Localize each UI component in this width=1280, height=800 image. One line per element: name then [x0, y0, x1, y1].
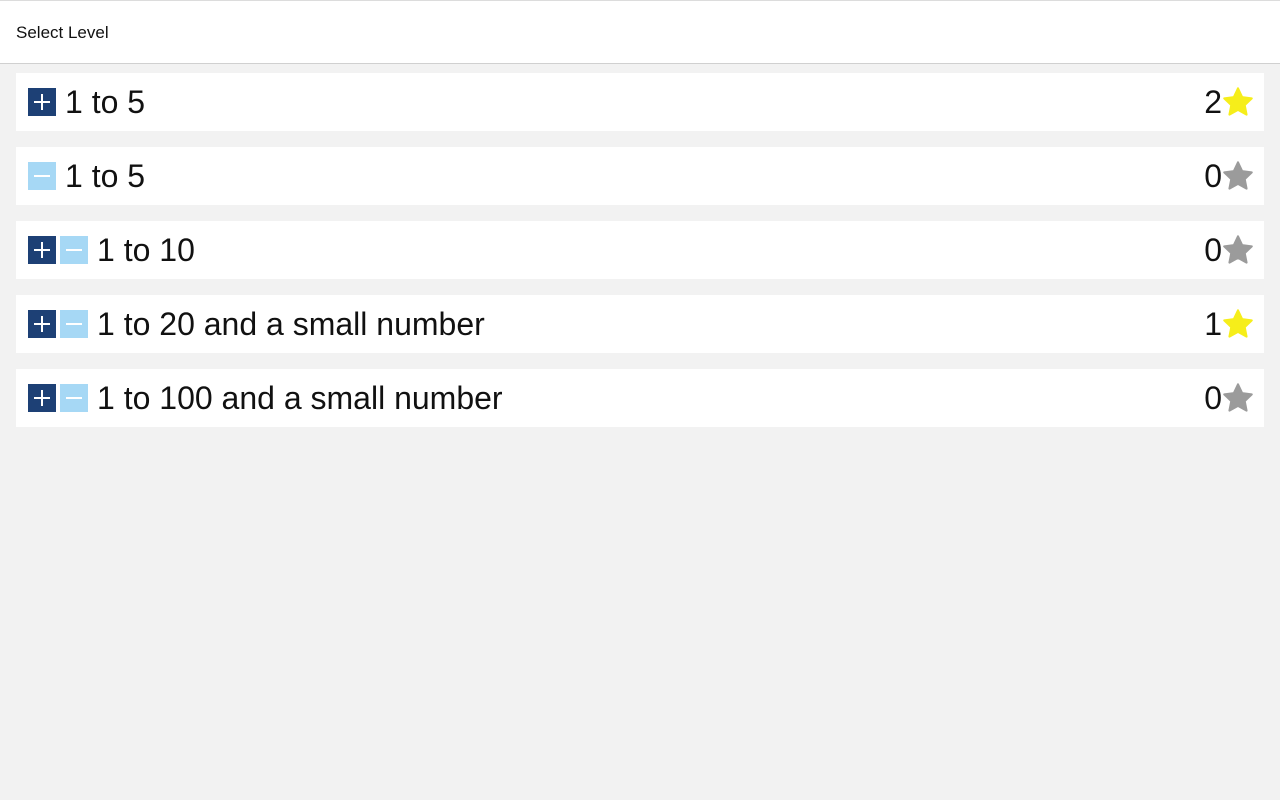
plus-icon: [28, 310, 56, 338]
operation-icons: [28, 88, 60, 116]
level-label: 1 to 5: [65, 158, 146, 194]
level-row[interactable]: 1 to 20 and a small number 1: [16, 295, 1264, 353]
star-icon: [1223, 383, 1253, 412]
page-title: Select Level: [16, 23, 109, 42]
operation-icons: [28, 384, 92, 412]
star-icon: [1223, 161, 1253, 190]
level-label: 1 to 100 and a small number: [97, 380, 503, 416]
level-row[interactable]: 1 to 100 and a small number 0: [16, 369, 1264, 427]
minus-icon: [60, 310, 88, 338]
level-label: 1 to 10: [97, 232, 195, 268]
level-list: 1 to 5 2 1 to 5 0 1 to 10 0 1 to 20 and …: [16, 73, 1264, 443]
level-score: 0: [1204, 221, 1254, 279]
minus-icon: [60, 236, 88, 264]
plus-icon: [28, 236, 56, 264]
star-count: 0: [1204, 158, 1222, 194]
level-row[interactable]: 1 to 10 0: [16, 221, 1264, 279]
star-count: 2: [1204, 84, 1222, 120]
plus-icon: [28, 88, 56, 116]
star-icon: [1223, 309, 1253, 338]
level-label: 1 to 5: [65, 84, 146, 120]
minus-icon: [28, 162, 56, 190]
level-score: 0: [1204, 369, 1254, 427]
star-count: 0: [1204, 380, 1222, 416]
level-score: 0: [1204, 147, 1254, 205]
level-score: 2: [1204, 73, 1254, 131]
operation-icons: [28, 162, 60, 190]
level-row[interactable]: 1 to 5 2: [16, 73, 1264, 131]
plus-icon: [28, 384, 56, 412]
top-bar: Select Level: [0, 0, 1280, 64]
minus-icon: [60, 384, 88, 412]
star-count: 1: [1204, 306, 1222, 342]
star-icon: [1223, 235, 1253, 264]
star-icon: [1223, 87, 1253, 116]
star-count: 0: [1204, 232, 1222, 268]
level-label: 1 to 20 and a small number: [97, 306, 485, 342]
level-score: 1: [1204, 295, 1254, 353]
operation-icons: [28, 236, 92, 264]
level-row[interactable]: 1 to 5 0: [16, 147, 1264, 205]
operation-icons: [28, 310, 92, 338]
